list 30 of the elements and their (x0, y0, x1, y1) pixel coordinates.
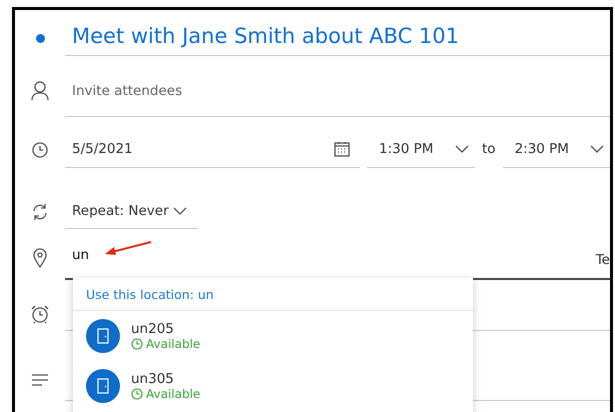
trailing-text: Te (596, 251, 610, 269)
chevron-icon (172, 207, 187, 215)
door-icon (86, 369, 120, 403)
pointer-arrow (104, 241, 152, 257)
location-pin-icon (33, 248, 47, 268)
clock-icon (131, 388, 143, 400)
chevron-icon (590, 145, 604, 153)
end-time-field[interactable]: 2:30 PM (502, 140, 590, 158)
use-location-option[interactable]: Use this location: un (73, 278, 473, 311)
alarm-clock-icon (30, 304, 50, 324)
status-dot-icon (36, 34, 44, 42)
clock-icon (131, 338, 143, 350)
start-time-field[interactable]: 1:30 PM (367, 140, 455, 158)
chevron-icon (455, 145, 469, 153)
attendees-field[interactable]: Invite attendees (65, 82, 182, 100)
refresh-icon (31, 203, 49, 221)
room-name[interactable]: un205 (131, 320, 200, 336)
availability-status: Available (146, 386, 200, 402)
text-lines-icon (31, 374, 49, 386)
repeat-dropdown[interactable]: Repeat: Never (65, 202, 187, 220)
clock-icon (32, 142, 48, 158)
event-title[interactable]: Meet with Jane Smith about ABC 101 (65, 23, 459, 49)
location-field[interactable]: un (65, 246, 596, 264)
calendar-icon[interactable] (334, 141, 350, 157)
availability-status: Available (146, 336, 200, 352)
date-field[interactable]: 5/5/2021 (65, 140, 334, 158)
person-icon (31, 81, 49, 101)
time-separator: to (481, 140, 497, 159)
room-name[interactable]: un305 (131, 370, 200, 386)
door-icon (86, 319, 120, 353)
